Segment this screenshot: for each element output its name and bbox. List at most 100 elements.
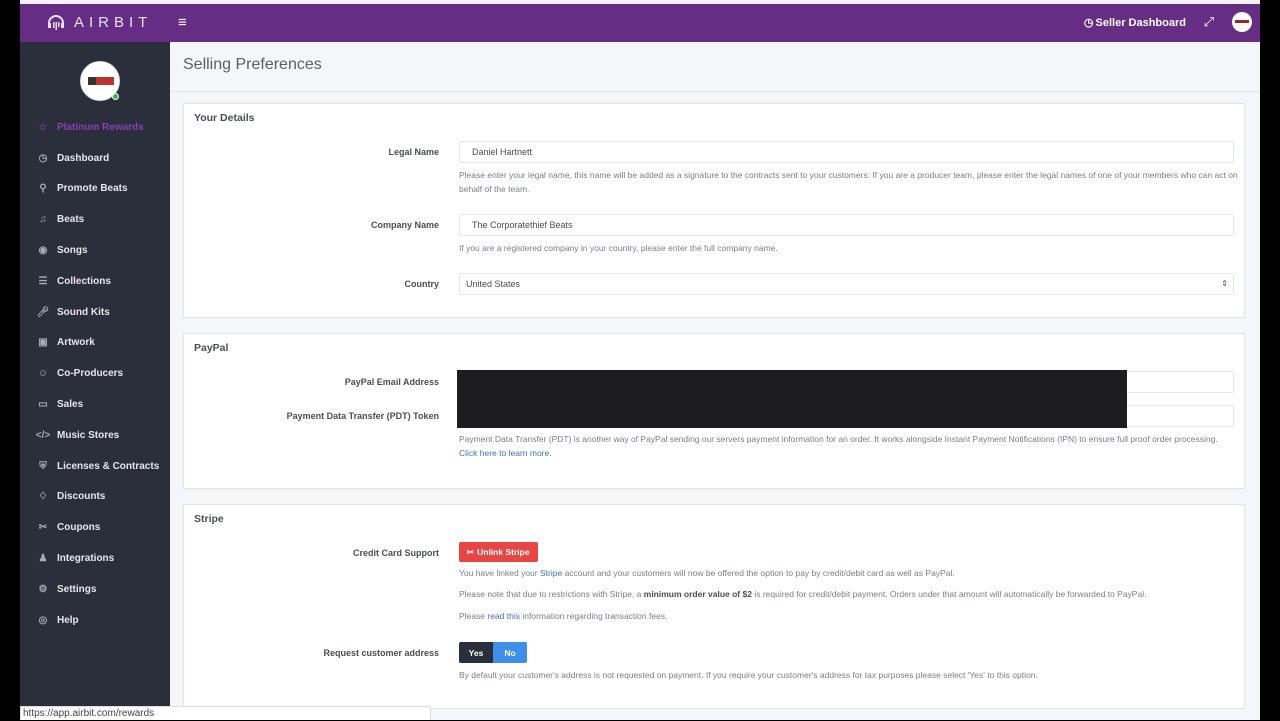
- legal-name-help: Please enter your legal name, this name …: [459, 170, 1238, 194]
- text: information regarding transaction fees.: [522, 611, 668, 621]
- sidebar-item-co-producers[interactable]: ☺ Co-Producers: [20, 358, 170, 389]
- seller-dashboard-link[interactable]: ◷ Seller Dashboard: [1083, 16, 1186, 30]
- sidebar-item-label: Integrations: [57, 553, 115, 565]
- text: account and your customers will now be o…: [564, 568, 955, 578]
- legal-name-label: Legal Name: [388, 147, 439, 157]
- wallet-icon: ▭: [38, 399, 48, 411]
- sidebar-item-songs[interactable]: ◉ Songs: [20, 235, 170, 266]
- paypal-email-label: PayPal Email Address: [344, 377, 439, 387]
- plug-icon: ♟: [38, 553, 48, 565]
- sidebar-item-sound-kits[interactable]: 🎤︎ Sound Kits: [20, 297, 170, 328]
- headphones-icon: ◉: [38, 245, 48, 257]
- sidebar-item-label: Sales: [57, 399, 84, 411]
- sidebar-item-label: Songs: [57, 245, 88, 257]
- sidebar-item-artwork[interactable]: ▣ Artwork: [20, 328, 170, 359]
- pdt-help-text: Payment Data Transfer (PDT) is another w…: [459, 434, 1218, 444]
- select-arrows-icon: ⇕: [1221, 279, 1228, 288]
- sidebar-item-label: Discounts: [57, 491, 106, 503]
- sidebar-nav: ☆ Platinum Rewards ◷ Dashboard ⚲ Promote Be…: [20, 112, 170, 636]
- panel-heading: Your Details: [194, 112, 255, 124]
- sidebar-item-dashboard[interactable]: ◷ Dashboard: [20, 143, 170, 174]
- sidebar-item-label: Promote Beats: [57, 183, 128, 195]
- text: You have linked your: [459, 568, 538, 578]
- paypal-panel: PayPal PayPal Email Address Payment Data…: [183, 333, 1245, 489]
- profile-image: [88, 77, 114, 85]
- unlink-icon: ✂: [467, 546, 475, 557]
- redaction-overlay: [457, 370, 1127, 428]
- pdt-help: Payment Data Transfer (PDT) is another w…: [459, 432, 1219, 460]
- stripe-link[interactable]: Stripe: [540, 568, 562, 578]
- sidebar-item-settings[interactable]: ⚙ Settings: [20, 574, 170, 605]
- sidebar-item-integrations[interactable]: ♟ Integrations: [20, 543, 170, 574]
- sidebar-item-label: Music Stores: [57, 429, 120, 441]
- sidebar-item-label: Help: [57, 614, 79, 626]
- sidebar-item-licenses-contracts[interactable]: ⛨ Licenses & Contracts: [20, 451, 170, 482]
- sidebar-item-label: Dashboard: [57, 152, 110, 164]
- microphone-icon: 🎤︎: [36, 306, 50, 318]
- profile-avatar[interactable]: [80, 61, 120, 101]
- panel-heading: Stripe: [194, 513, 224, 525]
- country-selected-value: United States: [466, 279, 521, 289]
- sidebar-item-label: Coupons: [57, 522, 101, 534]
- sidebar-item-discounts[interactable]: ♢ Discounts: [20, 482, 170, 513]
- sidebar-item-collections[interactable]: ☰ Collections: [20, 266, 170, 297]
- read-this-link[interactable]: read this: [487, 611, 520, 621]
- scissors-icon: ✂: [38, 522, 48, 534]
- sidebar-item-label: Collections: [57, 275, 111, 287]
- shield-icon: ⛨: [39, 460, 47, 472]
- unlink-stripe-button[interactable]: ✂ Unlink Stripe: [459, 542, 538, 562]
- sidebar-item-help[interactable]: ◎ Help: [20, 605, 170, 636]
- credit-card-support-label: Credit Card Support: [352, 548, 439, 558]
- rocket-icon: ⚲: [39, 183, 47, 195]
- stripe-fees-note: Please read this information regarding t…: [459, 609, 1239, 623]
- toggle-yes[interactable]: Yes: [459, 642, 493, 663]
- main-content: Selling Preferences Your Details Legal N…: [170, 42, 1260, 720]
- minimum-order-value: minimum order value of $2: [643, 589, 752, 599]
- sidebar: ☆ Platinum Rewards ◷ Dashboard ⚲ Promote Be…: [20, 42, 170, 720]
- request-address-help: By default your customer's address is no…: [459, 670, 1038, 680]
- gauge-icon: ◷: [38, 152, 48, 164]
- sidebar-item-platinum-rewards[interactable]: ☆ Platinum Rewards: [20, 112, 170, 143]
- company-name-help: If you are a registered company in your …: [459, 243, 778, 253]
- gauge-icon: ◷: [1083, 17, 1094, 29]
- layers-icon: ☰: [38, 275, 48, 287]
- sidebar-item-beats[interactable]: ♫ Beats: [20, 204, 170, 235]
- sidebar-item-coupons[interactable]: ✂ Coupons: [20, 512, 170, 543]
- image-icon: ▣: [38, 337, 48, 349]
- users-icon: ☺: [37, 368, 49, 380]
- page-title: Selling Preferences: [183, 56, 322, 73]
- sidebar-item-label: Settings: [57, 583, 97, 595]
- sidebar-item-label: Platinum Rewards: [57, 121, 144, 133]
- seller-dashboard-label: Seller Dashboard: [1095, 16, 1186, 29]
- panel-heading: PayPal: [194, 342, 229, 354]
- fullscreen-icon[interactable]: ⤢: [1204, 14, 1214, 30]
- stripe-linked-text: You have linked your Stripe account and …: [459, 566, 1239, 580]
- user-avatar[interactable]: [1232, 12, 1252, 32]
- request-address-toggle[interactable]: Yes No: [459, 642, 527, 663]
- sidebar-item-label: Beats: [57, 214, 85, 226]
- airbit-logo[interactable]: AIRBIT: [46, 12, 152, 32]
- toggle-no[interactable]: No: [493, 642, 527, 663]
- your-details-panel: Your Details Legal Name Please enter you…: [183, 103, 1245, 318]
- company-name-label: Company Name: [370, 220, 439, 230]
- unlink-stripe-label: Unlink Stripe: [477, 547, 530, 557]
- divider: [170, 91, 1260, 92]
- learn-more-link[interactable]: Click here to learn more.: [459, 448, 552, 458]
- online-status-dot: [112, 93, 119, 100]
- top-navbar: AIRBIT ≡ ◷ Seller Dashboard ⤢: [20, 4, 1260, 42]
- music-note-icon: ♫: [39, 214, 47, 226]
- sidebar-item-label: Licenses & Contracts: [57, 460, 160, 472]
- text: Please note that due to restrictions wit…: [459, 589, 642, 599]
- menu-toggle-icon[interactable]: ≡: [178, 14, 187, 31]
- sidebar-item-promote-beats[interactable]: ⚲ Promote Beats: [20, 174, 170, 205]
- company-name-input[interactable]: [459, 214, 1234, 236]
- headphones-logo-icon: [48, 15, 64, 30]
- brand-name: AIRBIT: [74, 13, 153, 31]
- sidebar-item-sales[interactable]: ▭ Sales: [20, 389, 170, 420]
- sidebar-item-label: Artwork: [57, 337, 95, 349]
- country-select[interactable]: United States ⇕: [459, 273, 1234, 295]
- sidebar-item-label: Co-Producers: [57, 368, 124, 380]
- sidebar-item-music-stores[interactable]: </> Music Stores: [20, 420, 170, 451]
- legal-name-input[interactable]: [459, 141, 1234, 163]
- stripe-panel: Stripe Credit Card Support ✂ Unlink Stri…: [183, 504, 1245, 709]
